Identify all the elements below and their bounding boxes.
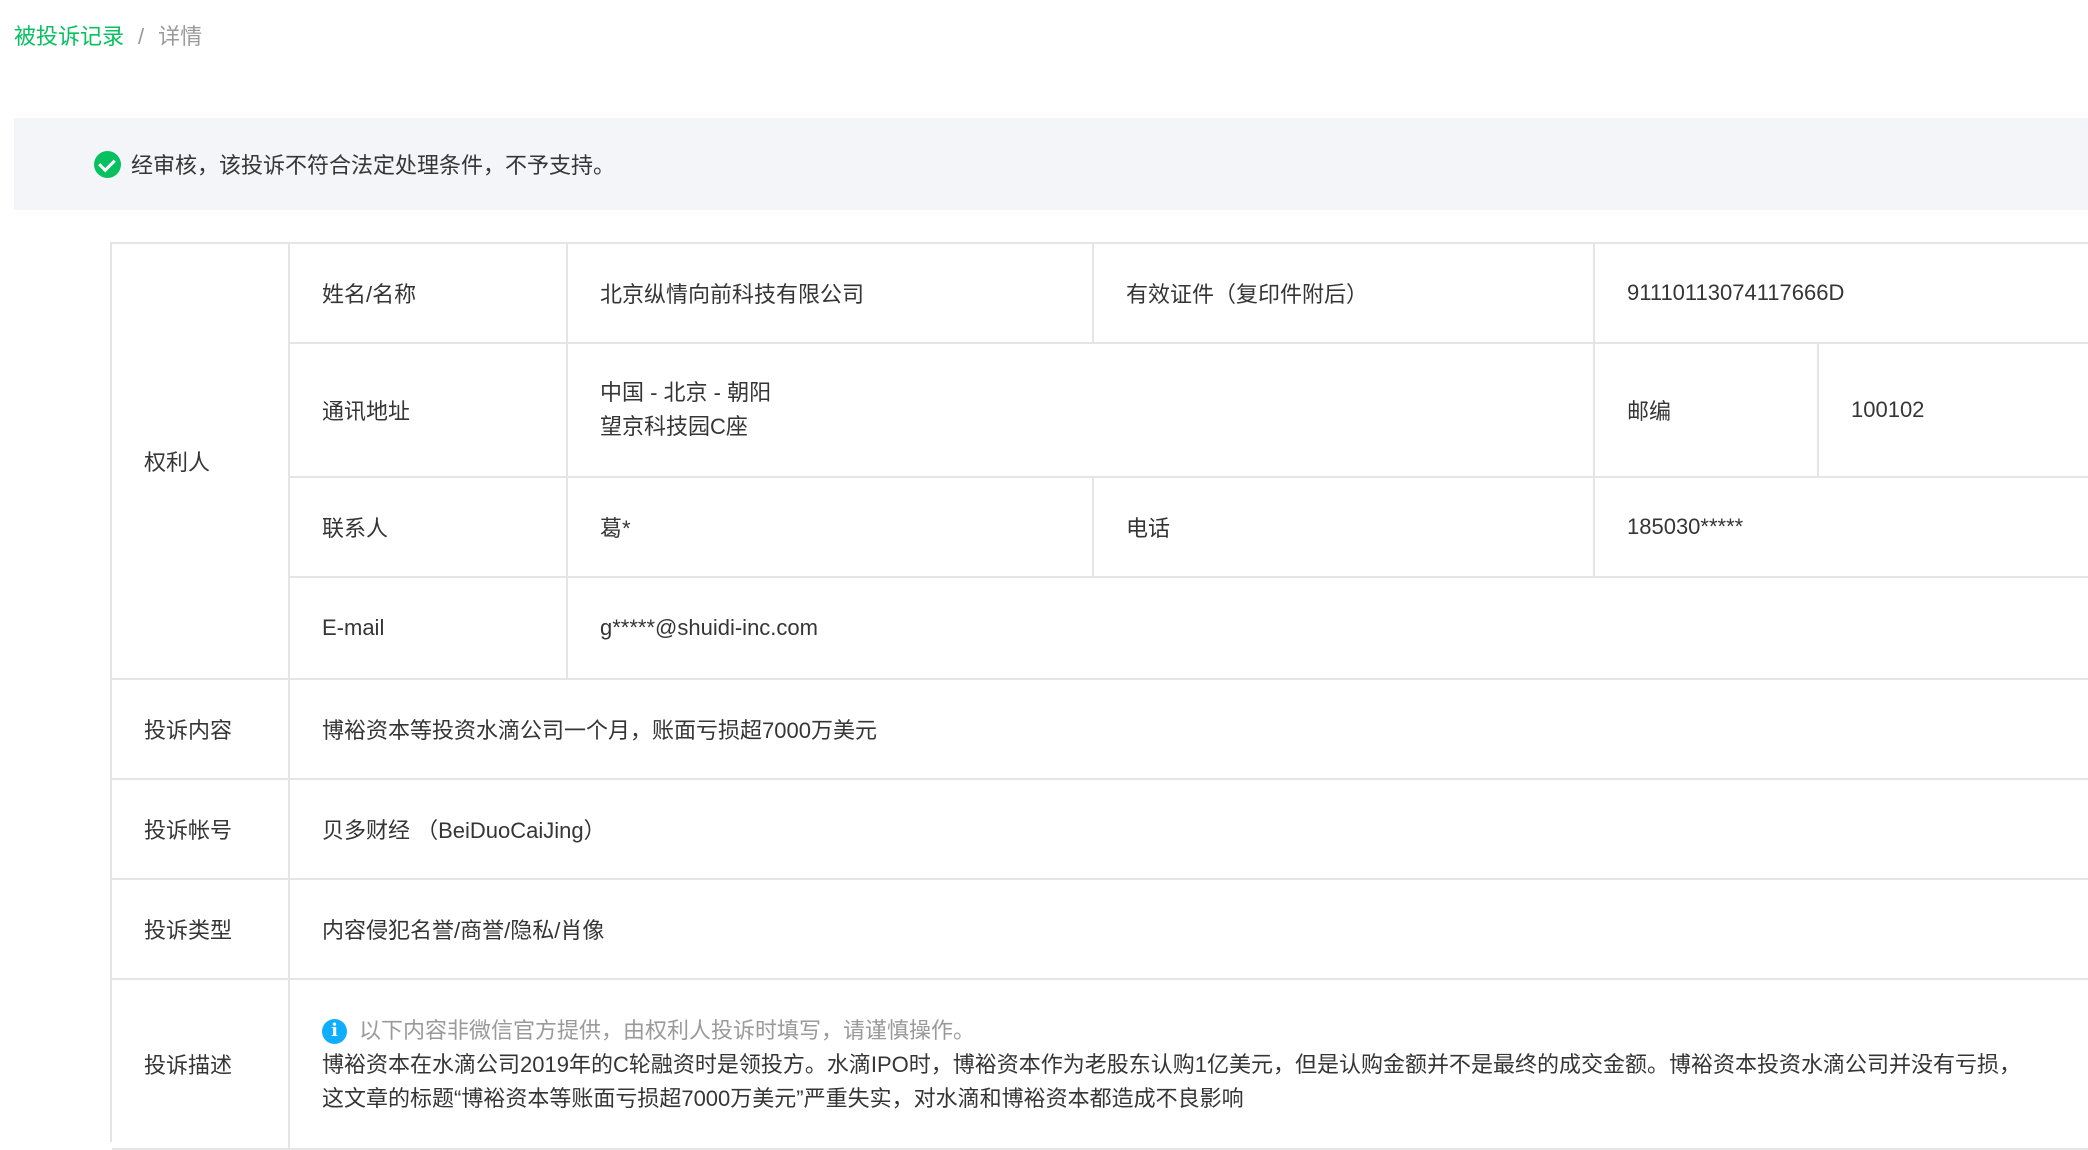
license-value: 91110113074117666D (1595, 244, 2088, 344)
phone-label: 电话 (1094, 478, 1595, 578)
name-label: 姓名/名称 (290, 244, 568, 344)
review-result-banner: 经审核，该投诉不符合法定处理条件，不予支持。 (14, 118, 2088, 210)
name-value: 北京纵情向前科技有限公司 (568, 244, 1094, 344)
breadcrumb-separator: / (138, 24, 145, 49)
zip-label: 邮编 (1595, 344, 1819, 478)
phone-value: 185030***** (1595, 478, 2088, 578)
breadcrumb-complaint-records-link[interactable]: 被投诉记录 (14, 24, 124, 49)
review-result-text: 经审核，该投诉不符合法定处理条件，不予支持。 (131, 153, 616, 178)
contact-label: 联系人 (290, 478, 568, 578)
complaint-account-label: 投诉帐号 (112, 780, 290, 880)
description-line-2: 这文章的标题“博裕资本等账面亏损超7000万美元”严重失实，对水滴和博裕资本都造… (322, 1086, 1244, 1111)
description-disclaimer: i 以下内容非微信官方提供，由权利人投诉时填写，请谨慎操作。 (322, 1014, 975, 1048)
address-label: 通讯地址 (290, 344, 568, 478)
complaint-detail-table: 权利人 姓名/名称 北京纵情向前科技有限公司 有效证件（复印件附后） 91110… (110, 242, 2088, 1150)
address-line-1: 中国 - 北京 - 朝阳 (600, 380, 772, 405)
info-icon: i (322, 1018, 347, 1044)
complaint-type-label: 投诉类型 (112, 880, 290, 980)
complaint-account-value: 贝多财经 （BeiDuoCaiJing） (290, 780, 2088, 880)
address-line-2: 望京科技园C座 (600, 414, 748, 439)
contact-value: 葛* (568, 478, 1094, 578)
address-value: 中国 - 北京 - 朝阳 望京科技园C座 (568, 344, 1595, 478)
description-disclaimer-text: 以下内容非微信官方提供，由权利人投诉时填写，请谨慎操作。 (359, 1018, 976, 1043)
complaint-description-value: i 以下内容非微信官方提供，由权利人投诉时填写，请谨慎操作。 博裕资本在水滴公司… (290, 980, 2088, 1150)
description-line-1: 博裕资本在水滴公司2019年的C轮融资时是领投方。水滴IPO时，博裕资本作为老股… (322, 1052, 2021, 1077)
rights-holder-section-label: 权利人 (112, 244, 290, 680)
email-value: g*****@shuidi-inc.com (568, 578, 2088, 680)
zip-value: 100102 (1819, 344, 2088, 478)
complaint-description-label: 投诉描述 (112, 980, 290, 1150)
complaint-content-value: 博裕资本等投资水滴公司一个月，账面亏损超7000万美元 (290, 680, 2088, 780)
breadcrumb: 被投诉记录 / 详情 (14, 22, 202, 52)
breadcrumb-current: 详情 (158, 24, 203, 49)
complaint-content-label: 投诉内容 (112, 680, 290, 780)
check-circle-icon (94, 150, 121, 178)
complaint-type-value: 内容侵犯名誉/商誉/隐私/肖像 (290, 880, 2088, 980)
license-label: 有效证件（复印件附后） (1094, 244, 1595, 344)
email-label: E-mail (290, 578, 568, 680)
